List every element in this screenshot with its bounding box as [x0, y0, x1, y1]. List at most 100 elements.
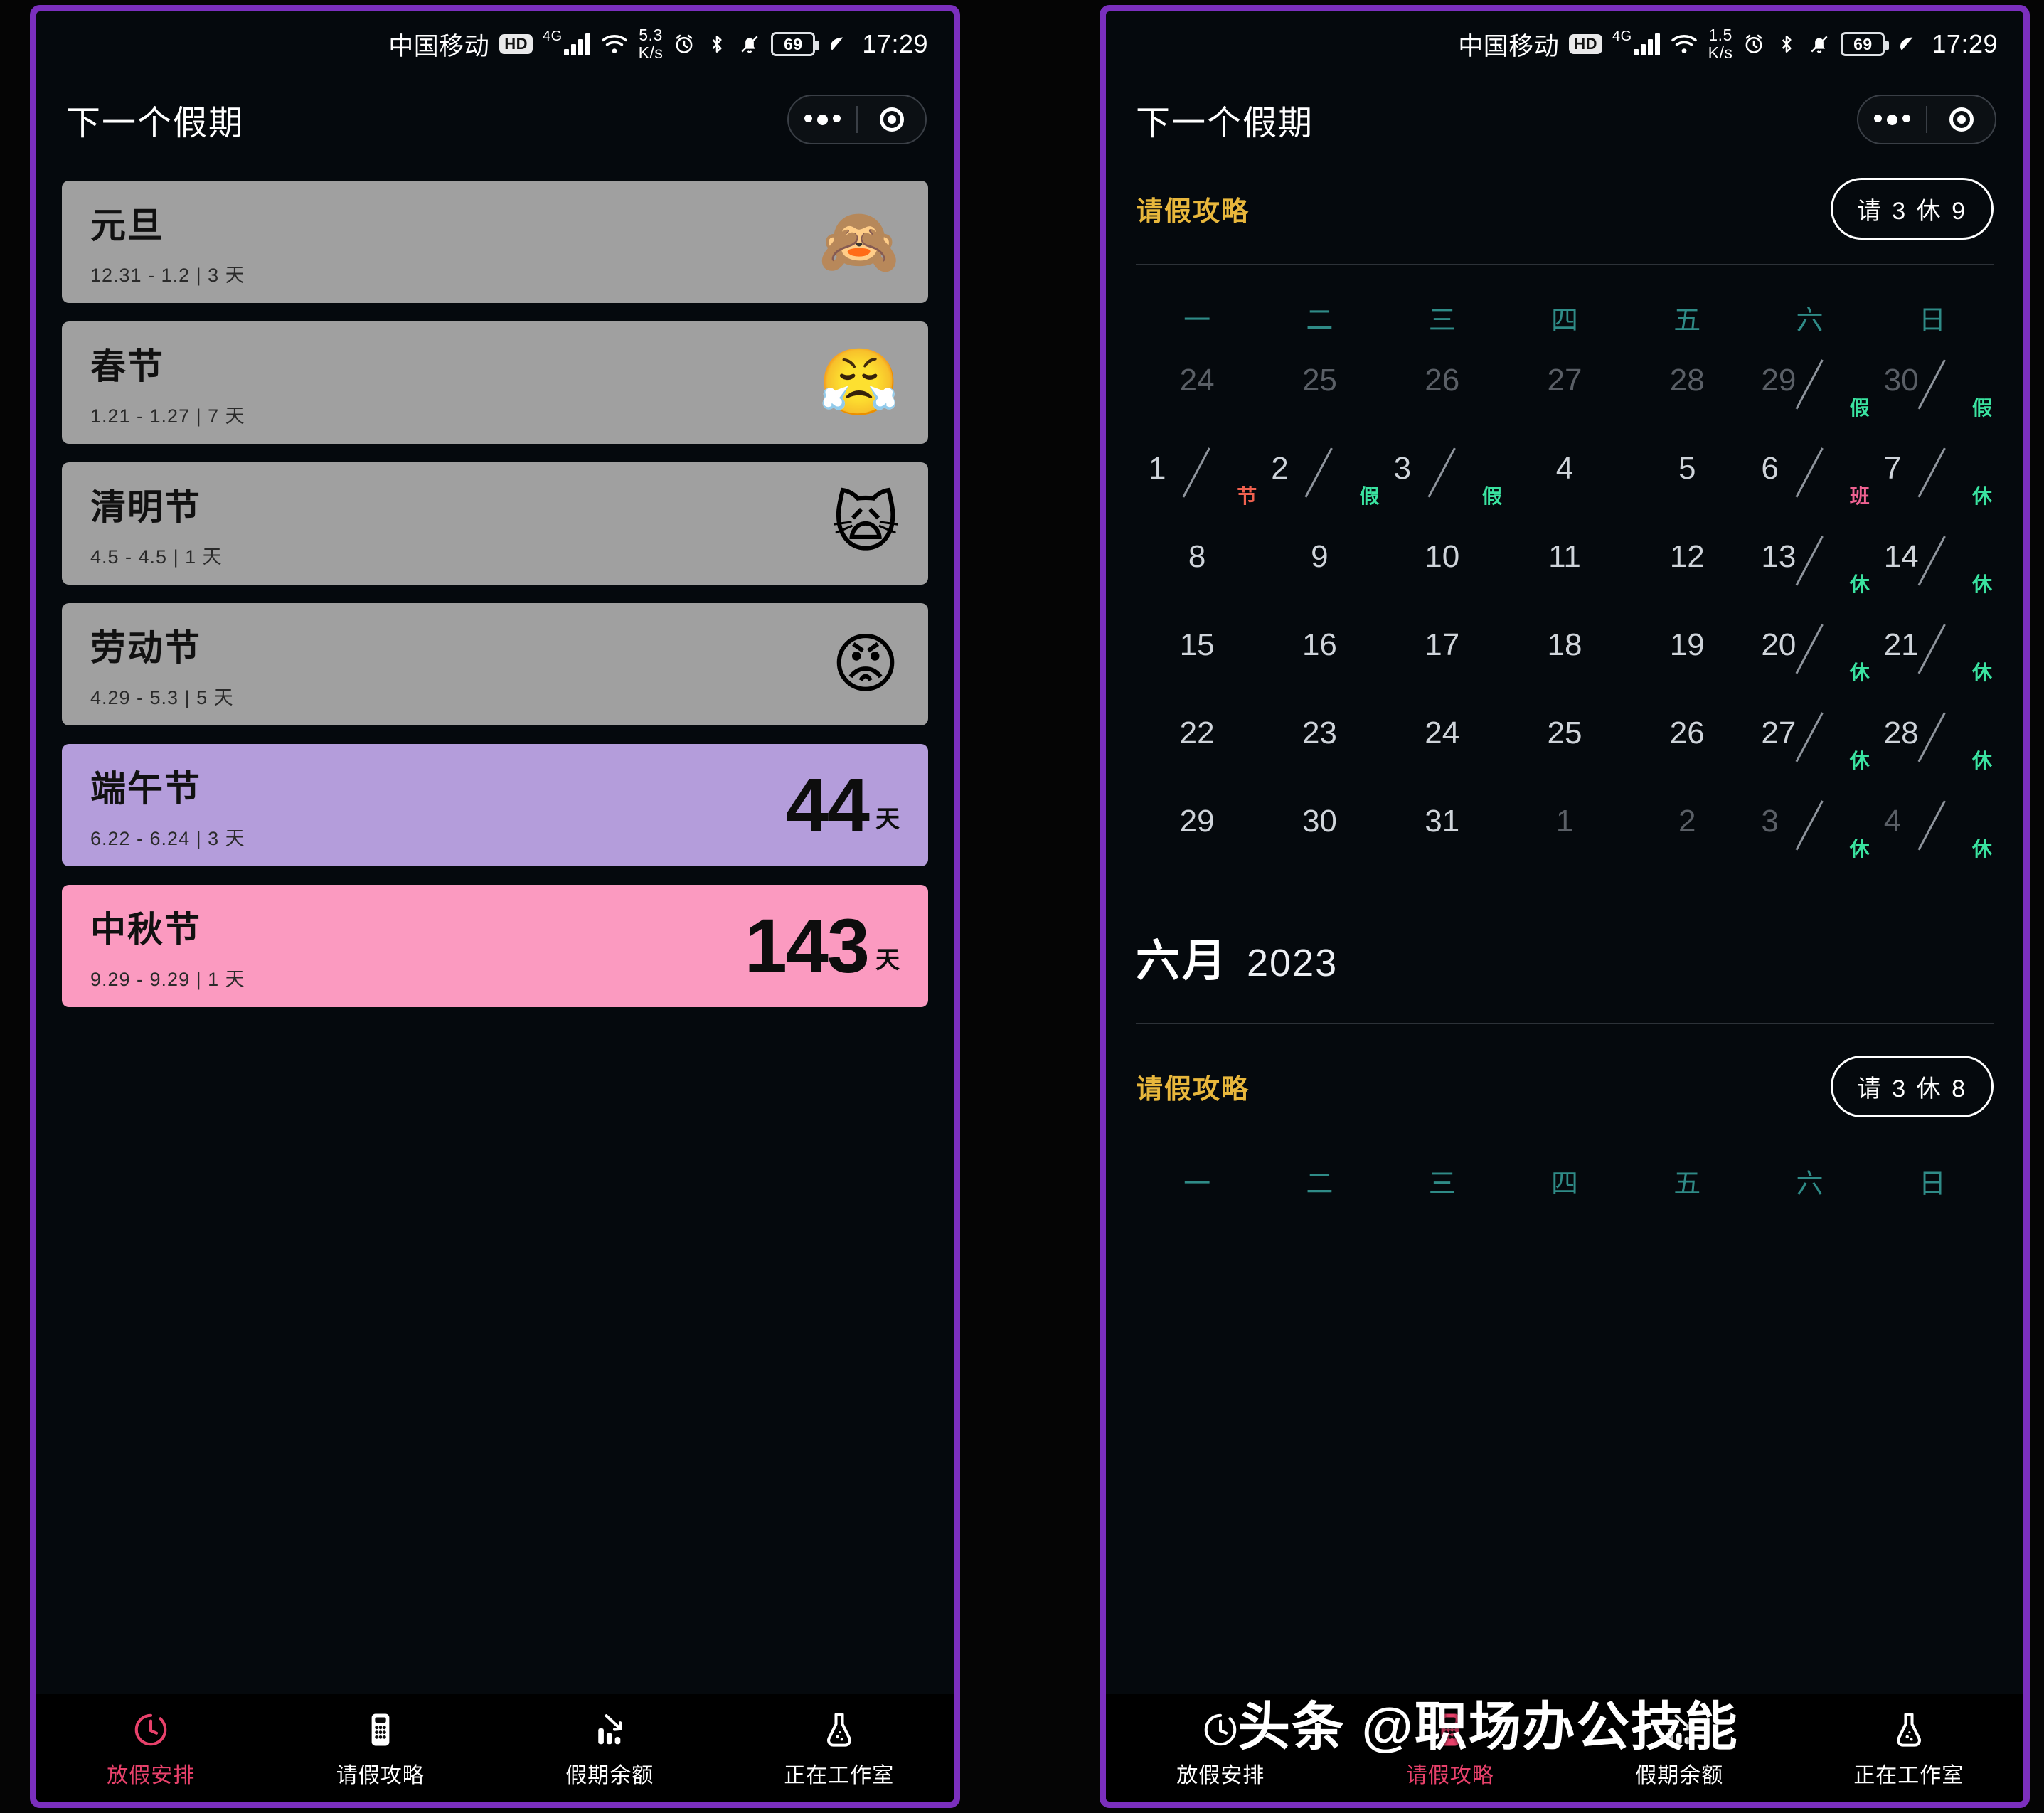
more-menu-button[interactable] [789, 114, 856, 125]
holiday-info: 中秋节 9.29 - 9.29 | 1 天 [90, 901, 245, 991]
day-number: 19 [1669, 627, 1705, 662]
tab-calculator[interactable]: 请假攻略 [1336, 1708, 1565, 1789]
weekday-label: 五 [1673, 1169, 1701, 1199]
day-slash-divider [1427, 447, 1456, 498]
calendar-day-cell[interactable]: 24 [1381, 711, 1503, 799]
calendar-day-cell[interactable]: 20 休 [1748, 623, 1870, 711]
tab-chart-down[interactable]: 假期余额 [1565, 1708, 1794, 1789]
chart-down-icon [598, 1713, 623, 1744]
calendar-day-cell[interactable]: 18 [1503, 623, 1626, 711]
calendar-day-cell[interactable]: 24 [1136, 358, 1258, 447]
day-number: 25 [1547, 716, 1582, 750]
calendar-day-cell[interactable]: 11 [1503, 535, 1626, 623]
holiday-date-range: 4.5 - 4.5 | 1 天 [90, 546, 223, 568]
close-miniprogram-button[interactable] [1927, 107, 1995, 132]
calendar-day-cell[interactable]: 26 [1381, 358, 1503, 447]
calendar-day-cell[interactable]: 2 [1626, 799, 1748, 888]
day-number: 26 [1425, 363, 1460, 398]
more-menu-button[interactable] [1858, 114, 1926, 125]
calendar-day-cell[interactable]: 25 [1503, 711, 1626, 799]
calendar-day-cell[interactable]: 28 [1626, 358, 1748, 447]
wifi-icon [601, 35, 627, 53]
calendar-day-cell[interactable]: 1 [1503, 799, 1626, 888]
calendar-day-cell[interactable]: 8 [1136, 535, 1258, 623]
miniprogram-capsule[interactable] [787, 95, 927, 144]
signal-indicator: 4G [1612, 28, 1660, 55]
holiday-card[interactable]: 春节 1.21 - 1.27 | 7 天 😤 [62, 321, 928, 444]
tab-chart-down[interactable]: 假期余额 [495, 1708, 725, 1789]
calendar-day-cell[interactable]: 29 假 [1748, 358, 1870, 447]
month-year: 2023 [1247, 942, 1338, 984]
miniprogram-capsule[interactable] [1857, 95, 1996, 144]
calendar-day-cell[interactable]: 31 [1381, 799, 1503, 888]
calendar-day-cell[interactable]: 23 [1258, 711, 1380, 799]
calendar-day-cell[interactable]: 27 [1503, 358, 1626, 447]
signal-indicator: 4G [543, 28, 590, 55]
calendar-day-cell[interactable]: 26 [1626, 711, 1748, 799]
calendar-day-cell[interactable]: 9 [1258, 535, 1380, 623]
strategy-badge-bottom[interactable]: 请 3 休 8 [1830, 1056, 1994, 1117]
tab-calculator[interactable]: 请假攻略 [266, 1708, 496, 1789]
strategy-badge-top[interactable]: 请 3 休 9 [1830, 178, 1994, 240]
day-number: 2 [1271, 451, 1289, 486]
calendar-day-cell[interactable]: 12 [1626, 535, 1748, 623]
calendar-day-cell[interactable]: 10 [1381, 535, 1503, 623]
more-dots-icon [804, 114, 841, 125]
day-mark-work: 班 [1849, 485, 1870, 507]
holiday-card[interactable]: 清明节 4.5 - 4.5 | 1 天 🙀 [62, 462, 928, 585]
calendar-day-cell[interactable]: 29 [1136, 799, 1258, 888]
holiday-card[interactable]: 中秋节 9.29 - 9.29 | 1 天 143 天 [62, 885, 928, 1007]
holiday-card[interactable]: 元旦 12.31 - 1.2 | 3 天 🙈 [62, 181, 928, 303]
day-slash-divider [1304, 447, 1334, 498]
day-number: 4 [1555, 451, 1574, 486]
calendar-day-cell[interactable]: 16 [1258, 623, 1380, 711]
calendar-day-cell[interactable]: 30 假 [1871, 358, 1994, 447]
day-number: 15 [1179, 627, 1215, 662]
weekday-label: 三 [1428, 1169, 1456, 1199]
calendar-day-cell[interactable]: 13 休 [1748, 535, 1870, 623]
weekday-label: 日 [1918, 1169, 1946, 1199]
calendar-day-cell[interactable]: 21 休 [1871, 623, 1994, 711]
calendar-day-cell[interactable]: 27 休 [1748, 711, 1870, 799]
calendar-day-cell[interactable]: 19 [1626, 623, 1748, 711]
calendar-day-cell[interactable]: 4休 [1871, 799, 1994, 888]
calendar-day-cell[interactable]: 28 休 [1871, 711, 1994, 799]
calendar-day-cell[interactable]: 15 [1136, 623, 1258, 711]
calendar-day-cell[interactable]: 25 [1258, 358, 1380, 447]
calendar-day-cell[interactable]: 2假 [1258, 447, 1380, 535]
tab-clock[interactable]: 放假安排 [1106, 1708, 1336, 1789]
holiday-list[interactable]: 元旦 12.31 - 1.2 | 3 天 🙈 春节 1.21 - 1.27 | 7 天 😤… [36, 162, 954, 1694]
bottom-tabbar-right[interactable]: 放假安排 请假攻略 假期余额 正在工作室 [1106, 1694, 2023, 1802]
calendar-day-cell[interactable]: 4 [1503, 447, 1626, 535]
tab-flask[interactable]: 正在工作室 [725, 1708, 954, 1789]
day-number: 10 [1425, 539, 1460, 574]
day-number: 26 [1669, 716, 1705, 750]
status-bar-right: 中国移动 HD 4G 1.5 K/s 69 17:29 [1106, 11, 2023, 77]
calendar-day-cell[interactable]: 3休 [1748, 799, 1870, 888]
day-mark-rest: 假 [1971, 397, 1992, 419]
holiday-card[interactable]: 端午节 6.22 - 6.24 | 3 天 44 天 [62, 744, 928, 866]
carrier-label: 中国移动 [1458, 32, 1560, 60]
day-mark-rest: 休 [1849, 661, 1870, 684]
holiday-info: 元旦 12.31 - 1.2 | 3 天 [90, 197, 245, 287]
calendar-day-cell[interactable]: 17 [1381, 623, 1503, 711]
calendar-day-cell[interactable]: 22 [1136, 711, 1258, 799]
calendar-day-grid[interactable]: 24 25 26 27 28 29 假 30 假 1 节 2 假 3 假 4 5 6 班 7 休 8 9 10 11 12 13 休 1… [1136, 358, 1994, 888]
close-miniprogram-button[interactable] [858, 107, 925, 132]
day-number: 17 [1425, 627, 1460, 662]
calendar-day-cell[interactable]: 14 休 [1871, 535, 1994, 623]
calendar-day-cell[interactable]: 30 [1258, 799, 1380, 888]
calendar-day-cell[interactable]: 5 [1626, 447, 1748, 535]
calendar-day-cell[interactable]: 3假 [1381, 447, 1503, 535]
weekday-label: 一 [1183, 306, 1211, 336]
tab-flask[interactable]: 正在工作室 [1794, 1708, 2024, 1789]
calendar-day-cell[interactable]: 6班 [1748, 447, 1870, 535]
calendar-day-cell[interactable]: 7休 [1871, 447, 1994, 535]
day-mark-rest: 休 [1971, 750, 1992, 772]
calendar-day-cell[interactable]: 1节 [1136, 447, 1258, 535]
weekday-label: 四 [1550, 1169, 1578, 1199]
holiday-card[interactable]: 劳动节 4.29 - 5.3 | 5 天 😡 [62, 603, 928, 725]
bottom-tabbar-left[interactable]: 放假安排 请假攻略 假期余额 正在工作室 [36, 1694, 954, 1802]
tab-icon-wrap [361, 1708, 400, 1749]
tab-clock[interactable]: 放假安排 [36, 1708, 266, 1789]
